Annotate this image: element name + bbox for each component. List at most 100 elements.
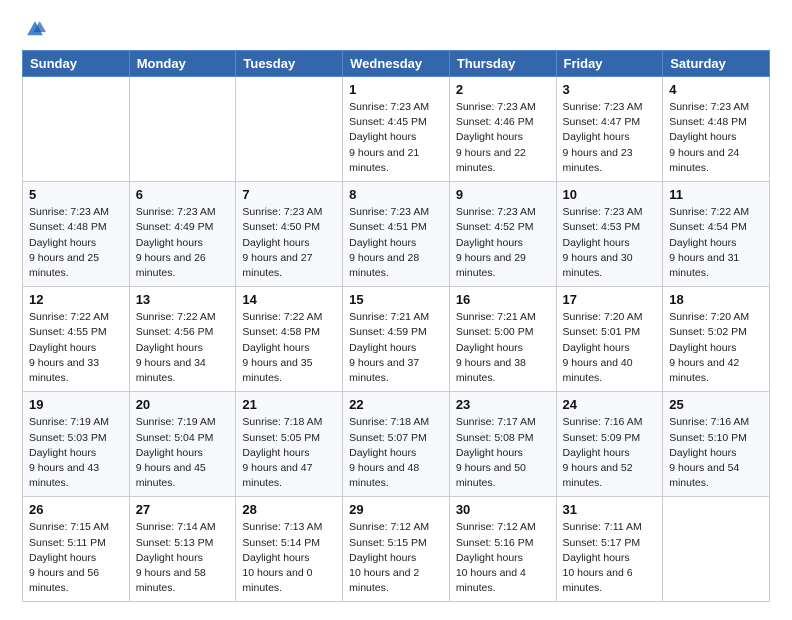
day-number: 12 — [29, 292, 123, 307]
day-info: Sunrise: 7:23 AMSunset: 4:49 PMDaylight … — [136, 205, 230, 281]
day-info: Sunrise: 7:14 AMSunset: 5:13 PMDaylight … — [136, 520, 230, 596]
day-info: Sunrise: 7:19 AMSunset: 5:03 PMDaylight … — [29, 415, 123, 491]
calendar-cell: 1 Sunrise: 7:23 AMSunset: 4:45 PMDaylight… — [343, 77, 450, 182]
calendar-cell: 27Sunrise: 7:14 AMSunset: 5:13 PMDayligh… — [129, 497, 236, 602]
day-info: Sunrise: 7:22 AMSunset: 4:55 PMDaylight … — [29, 310, 123, 386]
day-info: Sunrise: 7:22 AMSunset: 4:54 PMDaylight … — [669, 205, 763, 281]
day-info: Sunrise: 7:23 AMSunset: 4:48 PMDaylight … — [29, 205, 123, 281]
calendar-cell: 6 Sunrise: 7:23 AMSunset: 4:49 PMDaylight… — [129, 182, 236, 287]
week-row: 12 Sunrise: 7:22 AMSunset: 4:55 PMDayligh… — [23, 287, 770, 392]
day-number: 23 — [456, 397, 550, 412]
day-number: 5 — [29, 187, 123, 202]
calendar-cell: 20 Sunrise: 7:19 AMSunset: 5:04 PMDayligh… — [129, 392, 236, 497]
week-row: 1 Sunrise: 7:23 AMSunset: 4:45 PMDaylight… — [23, 77, 770, 182]
calendar-cell: 18Sunrise: 7:20 AMSunset: 5:02 PMDayligh… — [663, 287, 770, 392]
calendar: SundayMondayTuesdayWednesdayThursdayFrid… — [22, 50, 770, 602]
day-info: Sunrise: 7:23 AMSunset: 4:53 PMDaylight … — [563, 205, 657, 281]
day-info: Sunrise: 7:23 AMSunset: 4:46 PMDaylight … — [456, 100, 550, 176]
day-number: 3 — [563, 82, 657, 97]
day-info: Sunrise: 7:23 AMSunset: 4:52 PMDaylight … — [456, 205, 550, 281]
day-info: Sunrise: 7:23 AMSunset: 4:48 PMDaylight … — [669, 100, 763, 176]
weekday-header-saturday: Saturday — [663, 51, 770, 77]
day-info: Sunrise: 7:12 AMSunset: 5:16 PMDaylight … — [456, 520, 550, 596]
day-number: 20 — [136, 397, 230, 412]
day-info: Sunrise: 7:22 AMSunset: 4:58 PMDaylight … — [242, 310, 336, 386]
calendar-cell: 29 Sunrise: 7:12 AMSunset: 5:15 PMDayligh… — [343, 497, 450, 602]
day-info: Sunrise: 7:23 AMSunset: 4:47 PMDaylight … — [563, 100, 657, 176]
weekday-header-tuesday: Tuesday — [236, 51, 343, 77]
day-info: Sunrise: 7:23 AMSunset: 4:45 PMDaylight … — [349, 100, 443, 176]
weekday-header-wednesday: Wednesday — [343, 51, 450, 77]
logo-icon — [24, 18, 46, 40]
calendar-cell: 30 Sunrise: 7:12 AMSunset: 5:16 PMDayligh… — [449, 497, 556, 602]
day-number: 21 — [242, 397, 336, 412]
day-info: Sunrise: 7:13 AMSunset: 5:14 PMDaylight … — [242, 520, 336, 596]
calendar-cell: 4 Sunrise: 7:23 AMSunset: 4:48 PMDaylight… — [663, 77, 770, 182]
day-number: 16 — [456, 292, 550, 307]
day-number: 13 — [136, 292, 230, 307]
calendar-cell: 19Sunrise: 7:19 AMSunset: 5:03 PMDayligh… — [23, 392, 130, 497]
calendar-cell — [23, 77, 130, 182]
calendar-cell: 5 Sunrise: 7:23 AMSunset: 4:48 PMDaylight… — [23, 182, 130, 287]
calendar-cell: 21 Sunrise: 7:18 AMSunset: 5:05 PMDayligh… — [236, 392, 343, 497]
day-number: 24 — [563, 397, 657, 412]
day-info: Sunrise: 7:21 AMSunset: 4:59 PMDaylight … — [349, 310, 443, 386]
calendar-cell — [663, 497, 770, 602]
calendar-cell: 12 Sunrise: 7:22 AMSunset: 4:55 PMDayligh… — [23, 287, 130, 392]
weekday-header-friday: Friday — [556, 51, 663, 77]
day-info: Sunrise: 7:20 AMSunset: 5:01 PMDaylight … — [563, 310, 657, 386]
day-info: Sunrise: 7:20 AMSunset: 5:02 PMDaylight … — [669, 310, 763, 386]
day-number: 28 — [242, 502, 336, 517]
day-info: Sunrise: 7:23 AMSunset: 4:51 PMDaylight … — [349, 205, 443, 281]
day-info: Sunrise: 7:22 AMSunset: 4:56 PMDaylight … — [136, 310, 230, 386]
calendar-cell: 14 Sunrise: 7:22 AMSunset: 4:58 PMDayligh… — [236, 287, 343, 392]
calendar-cell: 22 Sunrise: 7:18 AMSunset: 5:07 PMDayligh… — [343, 392, 450, 497]
day-number: 4 — [669, 82, 763, 97]
week-row: 19Sunrise: 7:19 AMSunset: 5:03 PMDayligh… — [23, 392, 770, 497]
day-info: Sunrise: 7:17 AMSunset: 5:08 PMDaylight … — [456, 415, 550, 491]
day-info: Sunrise: 7:15 AMSunset: 5:11 PMDaylight … — [29, 520, 123, 596]
day-number: 1 — [349, 82, 443, 97]
calendar-cell: 8 Sunrise: 7:23 AMSunset: 4:51 PMDaylight… — [343, 182, 450, 287]
day-number: 25 — [669, 397, 763, 412]
calendar-cell: 15 Sunrise: 7:21 AMSunset: 4:59 PMDayligh… — [343, 287, 450, 392]
day-info: Sunrise: 7:16 AMSunset: 5:10 PMDaylight … — [669, 415, 763, 491]
day-number: 8 — [349, 187, 443, 202]
week-row: 5 Sunrise: 7:23 AMSunset: 4:48 PMDaylight… — [23, 182, 770, 287]
weekday-header-thursday: Thursday — [449, 51, 556, 77]
day-info: Sunrise: 7:16 AMSunset: 5:09 PMDaylight … — [563, 415, 657, 491]
calendar-cell — [236, 77, 343, 182]
day-number: 15 — [349, 292, 443, 307]
calendar-cell: 16 Sunrise: 7:21 AMSunset: 5:00 PMDayligh… — [449, 287, 556, 392]
logo — [22, 18, 46, 40]
day-number: 30 — [456, 502, 550, 517]
day-info: Sunrise: 7:21 AMSunset: 5:00 PMDaylight … — [456, 310, 550, 386]
calendar-cell: 23 Sunrise: 7:17 AMSunset: 5:08 PMDayligh… — [449, 392, 556, 497]
day-number: 22 — [349, 397, 443, 412]
calendar-cell: 3 Sunrise: 7:23 AMSunset: 4:47 PMDaylight… — [556, 77, 663, 182]
calendar-cell: 28 Sunrise: 7:13 AMSunset: 5:14 PMDayligh… — [236, 497, 343, 602]
day-number: 9 — [456, 187, 550, 202]
page: SundayMondayTuesdayWednesdayThursdayFrid… — [0, 0, 792, 620]
weekday-header-monday: Monday — [129, 51, 236, 77]
day-info: Sunrise: 7:18 AMSunset: 5:07 PMDaylight … — [349, 415, 443, 491]
day-number: 7 — [242, 187, 336, 202]
calendar-cell: 11 Sunrise: 7:22 AMSunset: 4:54 PMDayligh… — [663, 182, 770, 287]
calendar-cell: 2 Sunrise: 7:23 AMSunset: 4:46 PMDaylight… — [449, 77, 556, 182]
calendar-cell: 24 Sunrise: 7:16 AMSunset: 5:09 PMDayligh… — [556, 392, 663, 497]
calendar-cell: 26 Sunrise: 7:15 AMSunset: 5:11 PMDayligh… — [23, 497, 130, 602]
day-number: 29 — [349, 502, 443, 517]
day-number: 2 — [456, 82, 550, 97]
day-info: Sunrise: 7:12 AMSunset: 5:15 PMDaylight … — [349, 520, 443, 596]
day-number: 14 — [242, 292, 336, 307]
day-number: 26 — [29, 502, 123, 517]
day-number: 6 — [136, 187, 230, 202]
day-number: 11 — [669, 187, 763, 202]
calendar-cell: 10Sunrise: 7:23 AMSunset: 4:53 PMDayligh… — [556, 182, 663, 287]
day-info: Sunrise: 7:19 AMSunset: 5:04 PMDaylight … — [136, 415, 230, 491]
weekday-header-row: SundayMondayTuesdayWednesdayThursdayFrid… — [23, 51, 770, 77]
day-info: Sunrise: 7:23 AMSunset: 4:50 PMDaylight … — [242, 205, 336, 281]
day-info: Sunrise: 7:18 AMSunset: 5:05 PMDaylight … — [242, 415, 336, 491]
week-row: 26 Sunrise: 7:15 AMSunset: 5:11 PMDayligh… — [23, 497, 770, 602]
calendar-cell: 9 Sunrise: 7:23 AMSunset: 4:52 PMDaylight… — [449, 182, 556, 287]
